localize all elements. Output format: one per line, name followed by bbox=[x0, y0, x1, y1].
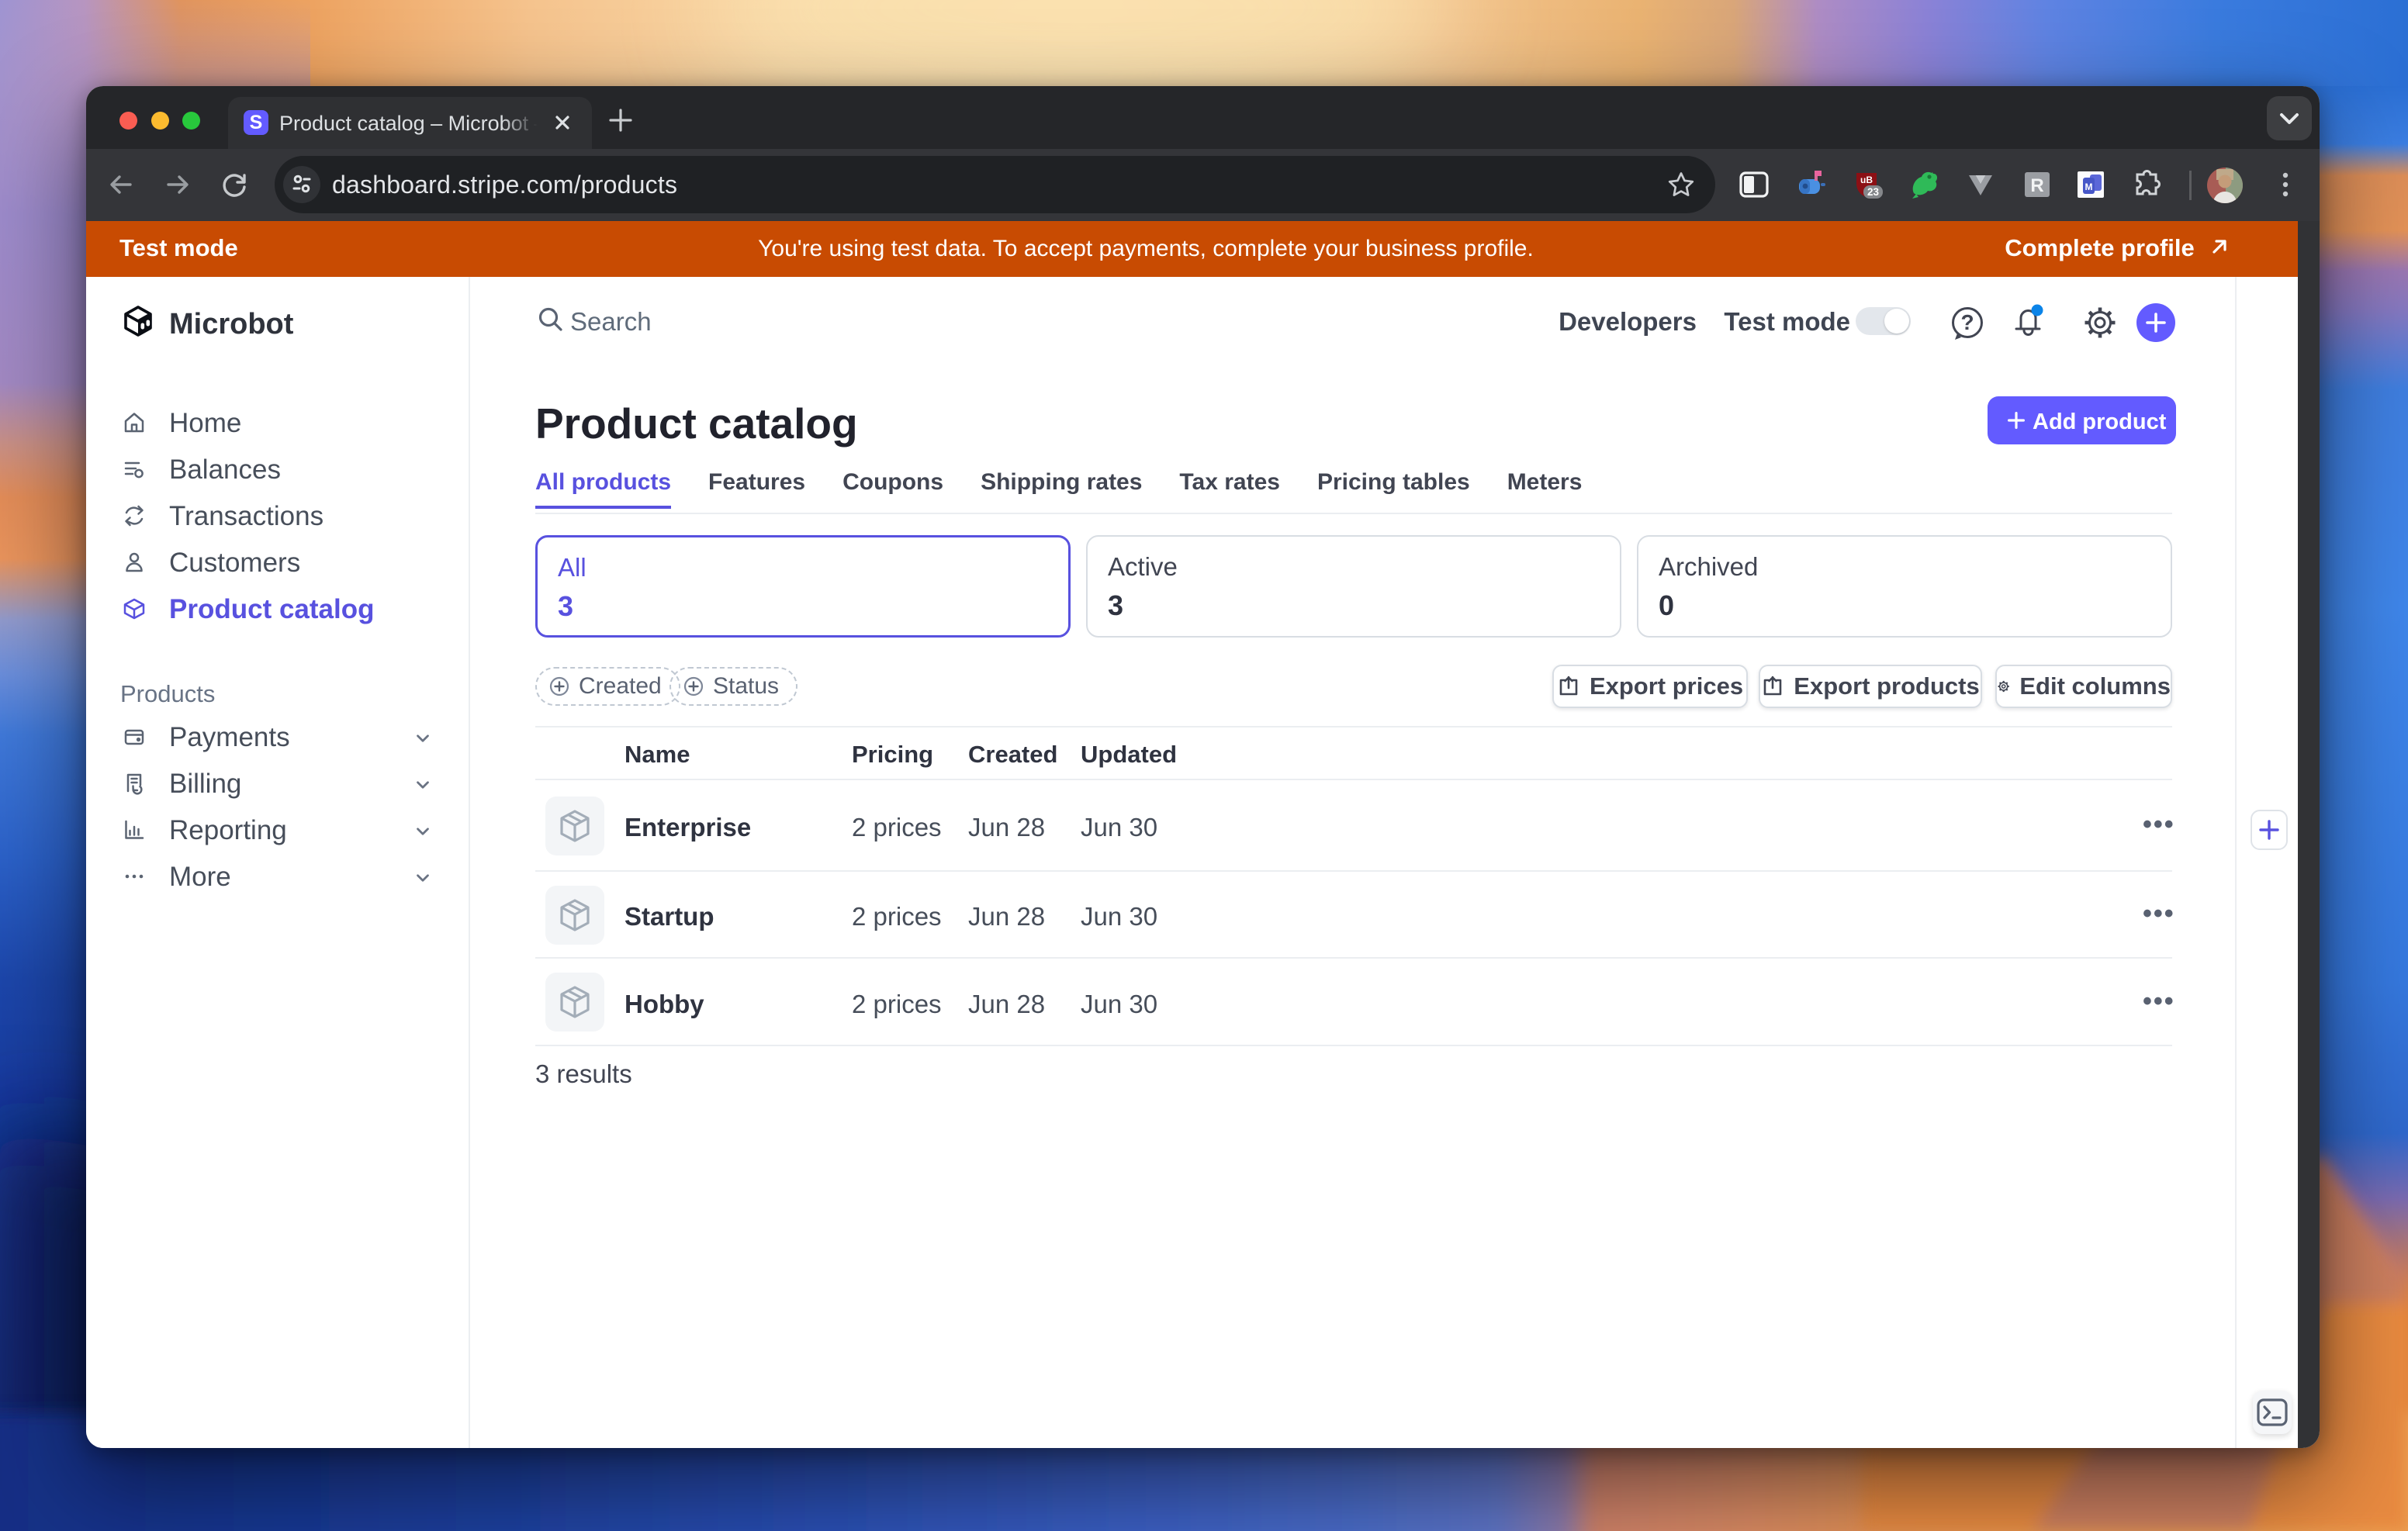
svg-text:?: ? bbox=[1960, 310, 1974, 334]
svg-text:M: M bbox=[2085, 181, 2093, 192]
svg-text:R: R bbox=[2030, 175, 2043, 196]
svg-text:uB: uB bbox=[1860, 175, 1873, 185]
svg-text:23: 23 bbox=[1867, 186, 1880, 198]
